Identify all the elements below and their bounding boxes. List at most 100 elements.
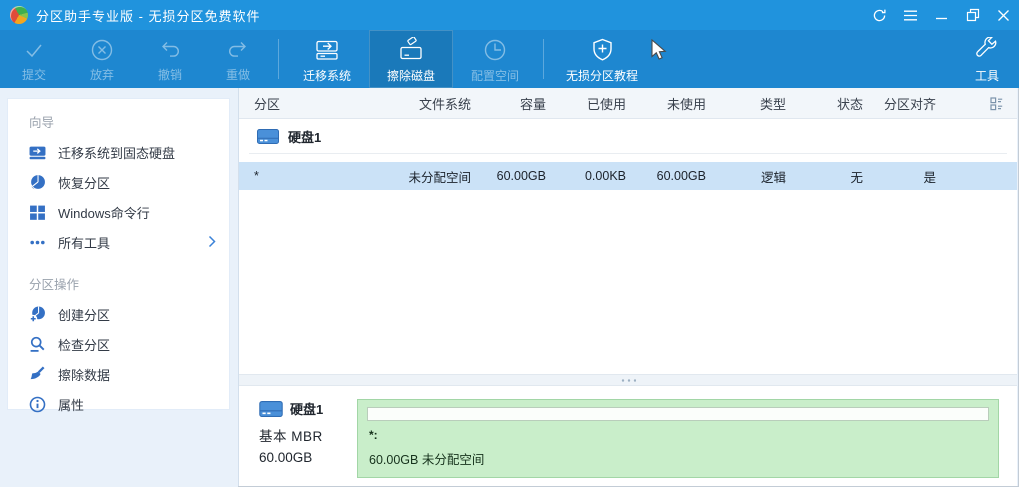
minimize-button[interactable] xyxy=(926,0,957,30)
disk-eraser-icon xyxy=(400,36,422,59)
cell-file-system: 未分配空间 xyxy=(408,170,471,185)
view-toggle-icon[interactable] xyxy=(988,95,1005,112)
sidebar-item-label: 擦除数据 xyxy=(58,367,111,383)
sidebar-item-check-partition[interactable]: 检查分区 xyxy=(8,329,229,359)
disk-name: 硬盘1 xyxy=(290,402,324,417)
toolbar-divider xyxy=(543,39,544,79)
cell-partition: * xyxy=(254,169,259,183)
tools-label: 工具 xyxy=(974,68,999,83)
redo-icon xyxy=(229,42,246,57)
close-icon xyxy=(998,9,1009,21)
capacity-usage-bar xyxy=(367,407,989,421)
ellipsis-icon xyxy=(30,240,45,244)
info-icon xyxy=(29,396,46,412)
discard-button[interactable]: 放弃 xyxy=(68,30,136,88)
check-icon xyxy=(26,44,42,58)
disk-group-row[interactable]: 硬盘1 xyxy=(249,119,1007,154)
sidebar-item-properties[interactable]: 属性 xyxy=(8,389,229,419)
sidebar-item-migrate-to-ssd[interactable]: 迁移系统到固态硬盘 xyxy=(8,137,229,167)
header-capacity[interactable]: 容量 xyxy=(479,94,554,113)
tutorial-label: 无损分区教程 xyxy=(565,68,638,83)
commit-label: 提交 xyxy=(21,68,46,82)
disk-group-name: 硬盘1 xyxy=(288,129,322,145)
disk-arrow-icon xyxy=(29,146,46,159)
undo-button[interactable]: 撤销 xyxy=(136,30,204,88)
cell-used: 0.00KB xyxy=(584,169,626,183)
header-used[interactable]: 已使用 xyxy=(554,94,634,113)
disk-type: 基本 MBR xyxy=(259,429,323,444)
toolbar: 提交 放弃 撤销 重做 迁移系统 擦除磁盘 配置空间 无损分区教程 工具 xyxy=(0,30,1019,88)
sidebar-item-create-partition[interactable]: 创建分区 xyxy=(8,299,229,329)
restore-button[interactable] xyxy=(957,0,988,30)
table-body: 硬盘1 * 未分配空间 60.00GB 0.00KB 60.00GB 逻辑 无 … xyxy=(239,119,1017,374)
tutorial-button[interactable]: 无损分区教程 xyxy=(550,30,654,88)
partition-block-label: *: xyxy=(369,428,378,442)
close-button[interactable] xyxy=(988,0,1019,30)
partition-block-size-label: 60.00GB 未分配空间 xyxy=(369,453,485,467)
disk-info-head: 硬盘1 xyxy=(259,399,357,418)
cell-status: 无 xyxy=(850,170,863,185)
table-row[interactable]: * 未分配空间 60.00GB 0.00KB 60.00GB 逻辑 无 是 xyxy=(239,162,1017,190)
disk-arrow-icon xyxy=(316,40,338,60)
windows-logo-icon xyxy=(30,205,45,220)
sidebar-item-wipe-data[interactable]: 擦除数据 xyxy=(8,359,229,389)
sidebar: 向导 迁移系统到固态硬盘 恢复分区 Windows命令行 所有工具 分区操作 创… xyxy=(0,88,238,487)
sidebar-item-all-tools[interactable]: 所有工具 xyxy=(8,227,229,257)
wrench-icon xyxy=(975,36,996,57)
sidebar-section-partition-ops: 分区操作 xyxy=(29,278,80,292)
cell-unused: 60.00GB xyxy=(656,169,706,183)
sidebar-item-label: 所有工具 xyxy=(58,235,111,251)
restore-icon xyxy=(966,8,979,22)
erase-disk-label: 擦除磁盘 xyxy=(386,68,435,83)
splitter-handle-dots xyxy=(620,378,636,382)
table-header: 分区 文件系统 容量 已使用 未使用 类型 状态 分区对齐 xyxy=(239,88,1017,119)
clock-icon xyxy=(484,39,506,60)
sidebar-item-label: 属性 xyxy=(58,397,85,413)
header-file-system[interactable]: 文件系统 xyxy=(389,94,479,113)
sidebar-section-wizards: 向导 xyxy=(29,116,55,130)
shield-plus-icon xyxy=(592,38,612,61)
refresh-icon xyxy=(873,9,886,21)
sidebar-item-label: 检查分区 xyxy=(58,337,111,353)
magnifier-icon xyxy=(30,336,45,352)
brush-icon xyxy=(30,365,45,379)
migrate-system-button[interactable]: 迁移系统 xyxy=(285,30,369,88)
chevron-right-icon xyxy=(208,235,216,248)
header-partition[interactable]: 分区 xyxy=(239,94,389,113)
circle-x-icon xyxy=(91,39,113,61)
header-status[interactable]: 状态 xyxy=(794,94,871,113)
header-type[interactable]: 类型 xyxy=(714,94,794,113)
migrate-system-label: 迁移系统 xyxy=(302,68,351,83)
hamburger-menu-icon xyxy=(904,10,917,20)
pie-chart-icon xyxy=(31,174,45,189)
tools-button[interactable]: 工具 xyxy=(957,30,1017,88)
horizontal-splitter[interactable] xyxy=(239,374,1017,386)
redo-button[interactable]: 重做 xyxy=(204,30,272,88)
hard-disk-icon xyxy=(259,400,283,417)
unallocated-space-block[interactable]: *: 60.00GB 未分配空间 xyxy=(357,399,999,478)
sidebar-item-label: 迁移系统到固态硬盘 xyxy=(58,145,176,161)
sidebar-card: 向导 迁移系统到固态硬盘 恢复分区 Windows命令行 所有工具 分区操作 创… xyxy=(7,98,230,413)
sidebar-item-label: 恢复分区 xyxy=(58,175,111,191)
sidebar-item-label: Windows命令行 xyxy=(58,205,150,221)
header-alignment[interactable]: 分区对齐 xyxy=(871,94,944,113)
hard-disk-icon xyxy=(257,128,279,144)
sidebar-item-windows-cli[interactable]: Windows命令行 xyxy=(8,197,229,227)
header-unused[interactable]: 未使用 xyxy=(634,94,714,113)
toolbar-divider xyxy=(278,39,279,79)
discard-label: 放弃 xyxy=(89,68,114,82)
menu-button[interactable] xyxy=(895,0,926,30)
refresh-button[interactable] xyxy=(864,0,895,30)
sidebar-item-recover-partition[interactable]: 恢复分区 xyxy=(8,167,229,197)
commit-button[interactable]: 提交 xyxy=(0,30,68,88)
main-pane: 分区 文件系统 容量 已使用 未使用 类型 状态 分区对齐 硬盘1 * 未分配空… xyxy=(238,88,1017,486)
cell-type: 逻辑 xyxy=(760,170,786,185)
titlebar: 分区助手专业版 - 无损分区免费软件 xyxy=(0,0,1019,30)
sidebar-item-label: 创建分区 xyxy=(58,307,111,323)
minimize-icon xyxy=(936,17,947,19)
window-title: 分区助手专业版 - 无损分区免费软件 xyxy=(36,8,261,24)
allocate-space-button[interactable]: 配置空间 xyxy=(453,30,537,88)
disk-info: 硬盘1 基本 MBR 60.00GB xyxy=(259,399,357,478)
erase-disk-button[interactable]: 擦除磁盘 xyxy=(369,30,453,88)
